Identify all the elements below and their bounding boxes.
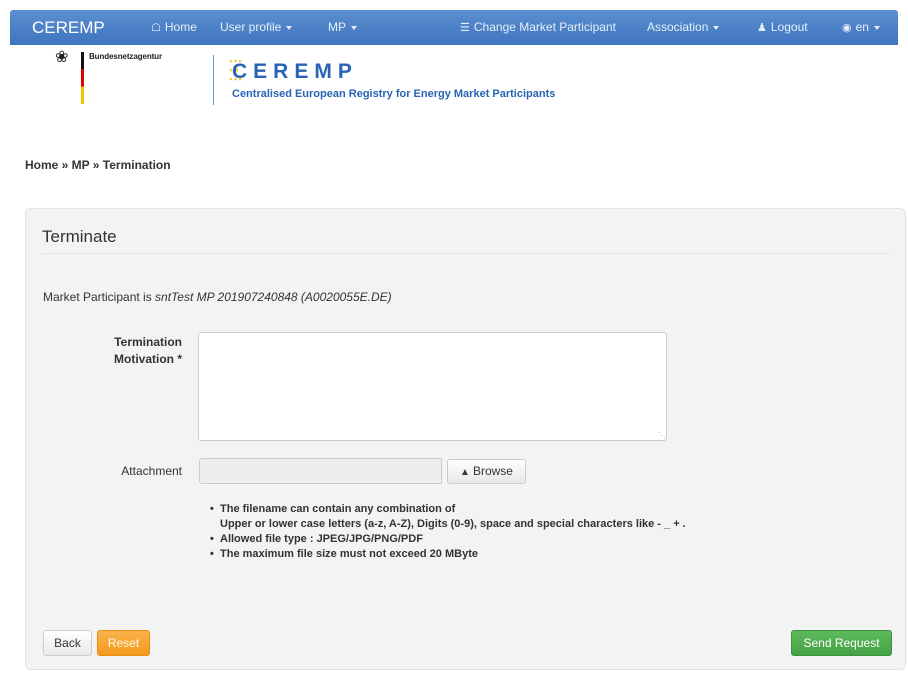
nav-change-market-participant[interactable]: ☰ Change Market Participant: [460, 10, 616, 46]
nav-association[interactable]: Association: [647, 10, 720, 45]
list-item: The maximum file size must not exceed 20…: [210, 547, 686, 562]
folder-open-icon: ▲: [460, 467, 470, 478]
market-participant-value: sntTest MP 201907240848 (A0020055E.DE): [155, 290, 392, 304]
termination-motivation-label: Termination Motivation *: [114, 335, 182, 366]
ceremp-logo: CEREMP: [232, 60, 358, 83]
globe-icon: ◉: [842, 22, 852, 34]
panel-title: Terminate: [42, 227, 117, 246]
nav-home[interactable]: ☖ Home: [151, 10, 197, 46]
german-flag-bar: [81, 52, 84, 104]
breadcrumb[interactable]: Home » MP » Termination: [25, 158, 171, 172]
nav-logout[interactable]: ♟ Logout: [757, 10, 808, 46]
list-item: Allowed file type : JPEG/JPG/PNG/PDF: [210, 532, 686, 547]
home-icon: ☖: [151, 22, 161, 34]
resize-grip-icon[interactable]: ⋱: [658, 432, 666, 440]
caret-down-icon: [351, 25, 357, 30]
termination-motivation-input[interactable]: [198, 332, 667, 441]
market-participant-info: Market Participant is sntTest MP 2019072…: [43, 290, 392, 304]
attachment-field[interactable]: [199, 458, 442, 484]
user-icon: ♟: [757, 22, 767, 34]
list-item: Upper or lower case letters (a-z, A-Z), …: [220, 518, 686, 530]
eagle-icon: ❀: [55, 49, 69, 66]
back-button[interactable]: Back: [43, 630, 92, 656]
logo-divider: [213, 55, 214, 105]
top-navbar: CEREMP ☖ Home User profile MP ☰ Change Mar…: [10, 10, 898, 45]
caret-down-icon: [713, 25, 720, 30]
caret-down-icon: [286, 25, 293, 30]
terminate-panel: Terminate Market Participant is sntTest …: [25, 208, 906, 670]
ceremp-tagline: Centralised European Registry for Energy…: [232, 88, 556, 100]
send-request-button[interactable]: Send Request: [791, 630, 892, 656]
reset-button[interactable]: Reset: [97, 630, 150, 656]
bundesnetzagentur-logo: ❀ Bundesnetzagentur: [55, 50, 185, 110]
nav-mp[interactable]: MP: [328, 10, 357, 45]
brand-link[interactable]: CEREMP: [32, 10, 105, 45]
nav-user-profile[interactable]: User profile: [220, 10, 293, 45]
nav-language[interactable]: ◉ en: [842, 10, 880, 46]
caret-down-icon: [873, 25, 880, 30]
browse-button[interactable]: ▲ Browse: [447, 459, 526, 484]
list-item: The filename can contain any combination…: [210, 502, 686, 517]
attachment-label: Attachment: [121, 464, 182, 478]
list-icon: ☰: [460, 22, 470, 34]
divider: [42, 253, 890, 254]
attachment-rules: The filename can contain any combination…: [210, 502, 686, 562]
